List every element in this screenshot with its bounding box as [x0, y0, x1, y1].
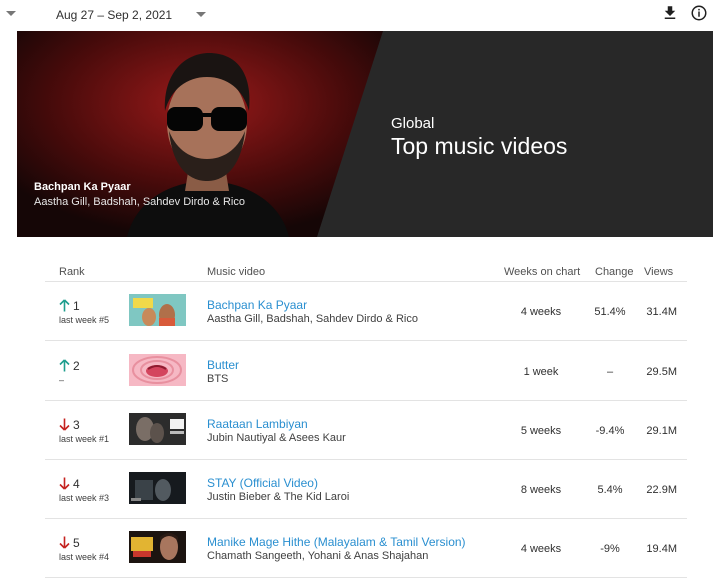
- video-artists: Chamath Sangeeth, Yohani & Anas Shajahan: [207, 550, 429, 562]
- last-week-rank: last week #4: [59, 552, 110, 562]
- video-thumbnail[interactable]: [129, 531, 186, 563]
- last-week-rank: last week #3: [59, 493, 110, 503]
- rank-number: 3: [73, 418, 80, 432]
- rank-number: 1: [73, 299, 80, 313]
- arrow-down-icon: [59, 418, 70, 431]
- rank-number: 2: [73, 359, 80, 373]
- chart-region: Global: [391, 115, 435, 132]
- change-value: –: [606, 366, 614, 378]
- last-week-rank: last week #1: [59, 434, 110, 444]
- table-row[interactable]: 3 last week #1 Raataan Lambiyan Jubin Na…: [45, 401, 687, 460]
- arrow-down-icon: [59, 536, 70, 549]
- table-row[interactable]: 5 last week #4 Manike Mage Hithe (Malaya…: [45, 519, 687, 578]
- rank-number: 4: [73, 477, 80, 491]
- table-row[interactable]: 1 last week #5 Bachpan Ka Pyaar Aastha G…: [45, 282, 687, 341]
- video-title-link[interactable]: Manike Mage Hithe (Malayalam & Tamil Ver…: [207, 535, 466, 549]
- video-title-link[interactable]: Butter: [207, 358, 239, 372]
- arrow-up-icon: [59, 299, 70, 312]
- hero-video-title[interactable]: Bachpan Ka Pyaar: [34, 181, 131, 193]
- video-artists: Aastha Gill, Badshah, Sahdev Dirdo & Ric…: [207, 313, 418, 325]
- table-row[interactable]: 2 – Butter BTS 1 week – 29.5M: [45, 342, 687, 401]
- change-value: 5.4%: [597, 484, 623, 496]
- weeks-on-chart: 8 weeks: [520, 484, 562, 496]
- header-rank: Rank: [59, 266, 85, 278]
- rank-number: 5: [73, 536, 80, 550]
- weeks-on-chart: 1 week: [523, 366, 559, 378]
- video-artists: Jubin Nautiyal & Asees Kaur: [207, 432, 346, 444]
- table-row[interactable]: 4 last week #3 STAY (Official Video) Jus…: [45, 460, 687, 519]
- video-thumbnail[interactable]: [129, 413, 186, 445]
- arrow-up-icon: [59, 359, 70, 372]
- views-count: 29.5M: [646, 366, 677, 378]
- views-count: 22.9M: [646, 484, 677, 496]
- top-bar: Aug 27 – Sep 2, 2021: [0, 0, 713, 31]
- video-thumbnail[interactable]: [129, 294, 186, 326]
- views-count: 31.4M: [646, 306, 677, 318]
- change-value: -9.4%: [595, 425, 625, 437]
- header-views: Views: [644, 266, 674, 278]
- video-artists: BTS: [207, 373, 229, 385]
- header-music-video: Music video: [207, 266, 266, 278]
- chevron-down-icon[interactable]: [196, 12, 206, 17]
- hero-video-artists: Aastha Gill, Badshah, Sahdev Dirdo & Ric…: [34, 196, 245, 208]
- weeks-on-chart: 4 weeks: [520, 543, 562, 555]
- header-change: Change: [595, 266, 634, 278]
- table-header: Rank Music video Weeks on chart Change V…: [45, 258, 687, 282]
- video-artists: Justin Bieber & The Kid Laroi: [207, 491, 350, 503]
- last-week-rank: –: [59, 375, 65, 385]
- date-range-select[interactable]: Aug 27 – Sep 2, 2021: [56, 8, 172, 22]
- views-count: 19.4M: [646, 543, 677, 555]
- video-title-link[interactable]: Bachpan Ka Pyaar: [207, 298, 307, 312]
- hero-banner[interactable]: Bachpan Ka Pyaar Aastha Gill, Badshah, S…: [17, 31, 713, 237]
- video-title-link[interactable]: Raataan Lambiyan: [207, 417, 308, 431]
- header-weeks-on-chart: Weeks on chart: [504, 266, 581, 278]
- video-title-link[interactable]: STAY (Official Video): [207, 476, 318, 490]
- change-value: 51.4%: [594, 306, 626, 318]
- change-value: -9%: [600, 543, 620, 555]
- views-count: 29.1M: [646, 425, 677, 437]
- weeks-on-chart: 4 weeks: [520, 306, 562, 318]
- arrow-down-icon: [59, 477, 70, 490]
- video-thumbnail[interactable]: [129, 354, 186, 386]
- video-thumbnail[interactable]: [129, 472, 186, 504]
- weeks-on-chart: 5 weeks: [520, 425, 562, 437]
- info-icon[interactable]: [690, 4, 708, 22]
- last-week-rank: last week #5: [59, 315, 110, 325]
- page-title: Top music videos: [391, 133, 568, 159]
- chevron-down-icon[interactable]: [6, 11, 16, 16]
- download-icon[interactable]: [661, 4, 679, 22]
